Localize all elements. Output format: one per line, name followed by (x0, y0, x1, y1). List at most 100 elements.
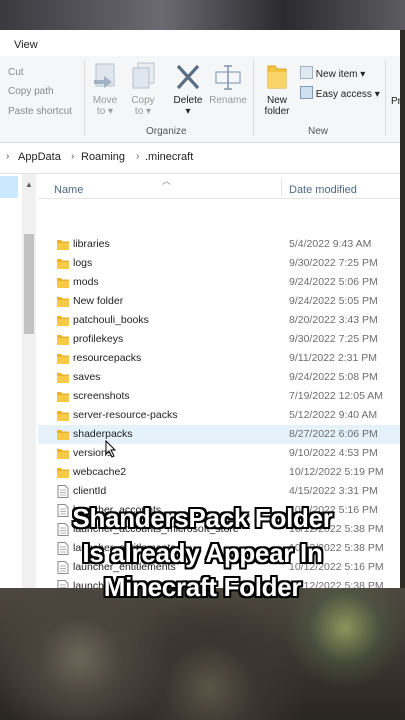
folder-icon (57, 468, 69, 478)
column-header-date-modified[interactable]: Date modified (289, 184, 357, 196)
chevron-down-icon: ▾ (108, 106, 114, 117)
item-date-modified: 5/4/2022 9:43 AM (289, 238, 372, 250)
copy-to-icon (132, 62, 155, 89)
breadcrumb-minecraft[interactable]: .minecraft (145, 151, 193, 163)
sort-ascending-icon: ︿ (162, 176, 172, 186)
copy-to-button[interactable]: Copy to ▾ (126, 62, 160, 117)
folder-row[interactable]: New folder 9/24/2022 5:05 PM (38, 292, 400, 311)
item-name: saves (73, 371, 101, 383)
item-name: profilekeys (73, 333, 124, 345)
item-date-modified: 7/19/2022 12:05 AM (289, 390, 383, 402)
folder-row[interactable]: patchouli_books 8/20/2022 3:43 PM (38, 311, 400, 330)
scroll-up-arrow-icon[interactable]: ▲ (25, 180, 33, 189)
rename-button[interactable]: Rename (208, 62, 248, 106)
item-date-modified: 9/24/2022 5:08 PM (289, 371, 378, 383)
folder-icon (57, 335, 69, 345)
item-date-modified: 9/24/2022 5:05 PM (289, 295, 378, 307)
folder-icon (57, 297, 69, 307)
new-item-button[interactable]: New item ▾ (300, 66, 365, 80)
item-date-modified: 9/11/2022 2:31 PM (289, 352, 377, 364)
item-name: clientId (73, 485, 107, 497)
tab-view[interactable]: View (14, 39, 38, 51)
folder-row[interactable]: resourcepacks 9/11/2022 2:31 PM (38, 349, 400, 368)
folder-icon (57, 354, 69, 364)
caption-line-3: Minecraft Folder (103, 572, 302, 602)
ribbon-group-separator (84, 60, 85, 136)
column-header-name[interactable]: Name (54, 184, 83, 196)
chevron-down-icon: ▾ (185, 106, 191, 117)
item-name: libraries (73, 238, 110, 250)
folder-row[interactable]: shaderpacks 8/27/2022 6:06 PM (38, 425, 400, 444)
ribbon-group-separator (385, 60, 386, 136)
breadcrumb-appdata[interactable]: AppData (18, 151, 61, 163)
item-date-modified: 9/30/2022 7:25 PM (289, 257, 378, 269)
item-name: logs (73, 257, 93, 269)
delete-button[interactable]: Delete ▾ (170, 62, 206, 117)
folder-row[interactable]: libraries 5/4/2022 9:43 AM (38, 235, 400, 254)
delete-x-icon (176, 64, 200, 90)
move-to-button[interactable]: Move to ▾ (88, 62, 122, 117)
chevron-right-icon: › (136, 151, 140, 162)
address-bar[interactable]: › AppData › Roaming › .minecraft (0, 143, 400, 174)
nav-selected-item[interactable] (0, 176, 18, 198)
folder-icon (57, 430, 69, 440)
ribbon-group-separator (253, 60, 254, 136)
item-name: resourcepacks (73, 352, 142, 364)
new-folder-icon (267, 65, 287, 89)
ribbon: Cut Copy path Paste shortcut Move to ▾ C… (0, 56, 400, 143)
easy-access-icon (300, 86, 313, 99)
properties-button[interactable]: Pro (391, 96, 400, 107)
document-icon (57, 485, 69, 498)
item-date-modified: 9/24/2022 5:06 PM (289, 276, 378, 288)
folder-row[interactable]: profilekeys 9/30/2022 7:25 PM (38, 330, 400, 349)
chevron-right-icon: › (71, 151, 75, 162)
folder-row[interactable]: versions 9/10/2022 4:53 PM (38, 444, 400, 463)
item-name: server-resource-packs (73, 409, 178, 421)
move-to-icon (94, 63, 115, 88)
item-name: patchouli_books (73, 314, 149, 326)
item-date-modified: 8/20/2022 3:43 PM (289, 314, 378, 326)
item-name: New folder (73, 295, 124, 307)
folder-row[interactable]: mods 9/24/2022 5:06 PM (38, 273, 400, 292)
folder-row[interactable]: webcache2 10/12/2022 5:19 PM (38, 463, 400, 482)
folder-row[interactable]: logs 9/30/2022 7:25 PM (38, 254, 400, 273)
copy-path-button[interactable]: Copy path (8, 86, 54, 97)
item-date-modified: 8/27/2022 6:06 PM (289, 428, 378, 440)
easy-access-button[interactable]: Easy access ▾ (300, 86, 380, 100)
background-top (0, 0, 405, 30)
new-folder-button[interactable]: New folder (258, 62, 296, 117)
folder-row[interactable]: screenshots 7/19/2022 12:05 AM (38, 387, 400, 406)
scroll-thumb[interactable] (24, 234, 34, 334)
file-row[interactable]: clientId 4/15/2022 3:31 PM (38, 482, 400, 501)
paste-shortcut-button[interactable]: Paste shortcut (8, 106, 72, 117)
chevron-down-icon: ▾ (360, 69, 366, 80)
cut-button[interactable]: Cut (8, 67, 24, 78)
folder-icon (57, 278, 69, 288)
caption-line-1: ShandersPack Folder (72, 503, 333, 533)
new-item-icon (300, 66, 313, 79)
organize-group-label: Organize (146, 126, 187, 137)
mouse-cursor-icon (105, 440, 117, 458)
item-name: webcache2 (73, 466, 127, 478)
folder-icon (57, 411, 69, 421)
folder-row[interactable]: server-resource-packs 5/12/2022 9:40 AM (38, 406, 400, 425)
chevron-down-icon: ▾ (146, 106, 152, 117)
item-date-modified: 10/12/2022 5:19 PM (289, 466, 384, 478)
chevron-right-icon: › (6, 151, 10, 162)
caption-line-2: Is already Appear In (82, 538, 323, 568)
breadcrumb-roaming[interactable]: Roaming (81, 151, 125, 163)
folder-icon (57, 316, 69, 326)
item-date-modified: 9/10/2022 4:53 PM (289, 447, 378, 459)
rename-icon (215, 65, 241, 90)
item-name: shaderpacks (73, 428, 133, 440)
item-date-modified: 9/30/2022 7:25 PM (289, 333, 378, 345)
folder-icon (57, 259, 69, 269)
folder-row[interactable]: saves 9/24/2022 5:08 PM (38, 368, 400, 387)
ribbon-tabs: View (0, 30, 400, 56)
item-name: screenshots (73, 390, 130, 402)
new-group-label: New (308, 126, 329, 137)
folder-icon (57, 373, 69, 383)
item-date-modified: 4/15/2022 3:31 PM (289, 485, 378, 497)
folder-icon (57, 392, 69, 402)
column-divider[interactable] (281, 178, 282, 196)
